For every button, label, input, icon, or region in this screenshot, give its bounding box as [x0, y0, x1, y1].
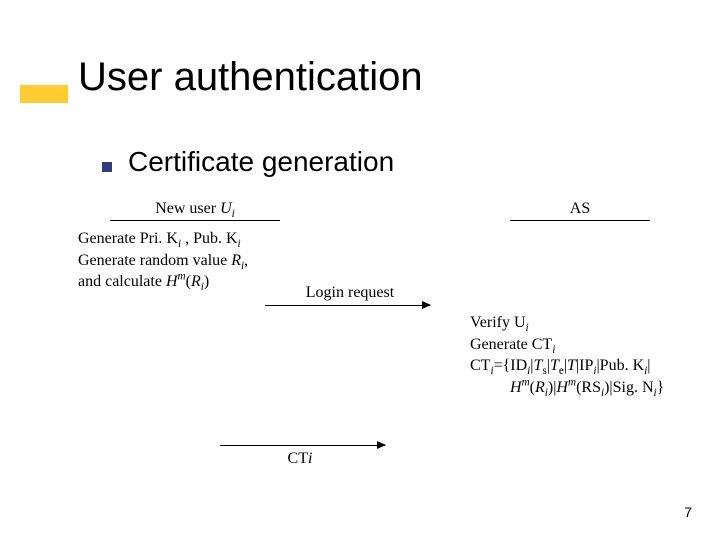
sup: m	[522, 376, 530, 388]
page-number: 7	[684, 504, 692, 520]
left-header-sub: i	[232, 208, 235, 220]
txt: |Pub. K	[596, 357, 644, 374]
left-header-var: U	[220, 200, 232, 217]
txt: RS	[581, 379, 601, 396]
protocol-diagram: New user Ui AS Generate Pri. K i , Pub. K…	[50, 200, 680, 460]
arrow-certificate-label: CTi	[250, 450, 350, 468]
txt: Generate random value	[78, 252, 231, 269]
var: R	[535, 379, 545, 396]
var: T	[550, 357, 559, 374]
title-accent-bar	[20, 85, 68, 103]
txt: }	[657, 379, 665, 396]
var: H	[166, 273, 178, 290]
txt: ={ID	[494, 357, 528, 374]
txt: Generate CT	[470, 336, 552, 353]
txt: Generate Pri. K	[78, 230, 178, 247]
right-line-2: Generate CTi	[470, 334, 700, 356]
bullet-square-icon	[102, 162, 112, 172]
left-line-1: Generate Pri. Ki , Pub. Ki	[78, 228, 308, 250]
txt: ,	[244, 252, 248, 269]
left-column-header: New user Ui	[110, 200, 280, 221]
right-column-header: AS	[510, 200, 650, 221]
txt: CT	[470, 357, 490, 374]
txt: Verify U	[470, 314, 526, 331]
sub: i	[552, 344, 555, 356]
txt: )|Sig. N	[604, 379, 653, 396]
var: i	[308, 450, 312, 467]
var: H	[556, 379, 568, 396]
left-body-text: Generate Pri. Ki , Pub. Ki Generate rand…	[78, 228, 308, 293]
sub: i	[526, 322, 529, 334]
txt: , Pub. K	[181, 230, 237, 247]
arrow-login-request-label: Login request	[280, 284, 420, 302]
arrow-login-request	[265, 305, 430, 306]
var: T	[567, 357, 576, 374]
txt: IP	[579, 357, 593, 374]
arrow-certificate	[220, 445, 385, 446]
var: H	[510, 379, 522, 396]
left-line-3: and calculate Hm(Ri)	[78, 271, 308, 293]
left-line-2: Generate random value Ri,	[78, 250, 308, 272]
txt: CT	[288, 450, 308, 467]
sup: m	[178, 271, 186, 283]
sup: m	[568, 376, 576, 388]
var: R	[191, 273, 201, 290]
txt: )	[204, 273, 209, 290]
left-header-prefix: New user	[155, 200, 220, 217]
right-line-3: CTi={IDi|Ts|Te|T|IPi|Pub. Ki|	[470, 355, 700, 377]
right-body-text: Verify Ui Generate CTi CTi={IDi|Ts|Te|T|…	[470, 312, 700, 398]
txt: and calculate	[78, 273, 166, 290]
slide-title: User authentication	[78, 55, 423, 100]
var: R	[231, 252, 241, 269]
right-line-1: Verify Ui	[470, 312, 700, 334]
slide-subtitle: Certificate generation	[128, 146, 394, 178]
right-line-4: Hm(Ri)|Hm(RSi)|Sig. Ni}	[470, 377, 700, 399]
txt: |	[647, 357, 650, 374]
slide: User authentication Certificate generati…	[0, 0, 720, 540]
sub: i	[238, 238, 241, 250]
